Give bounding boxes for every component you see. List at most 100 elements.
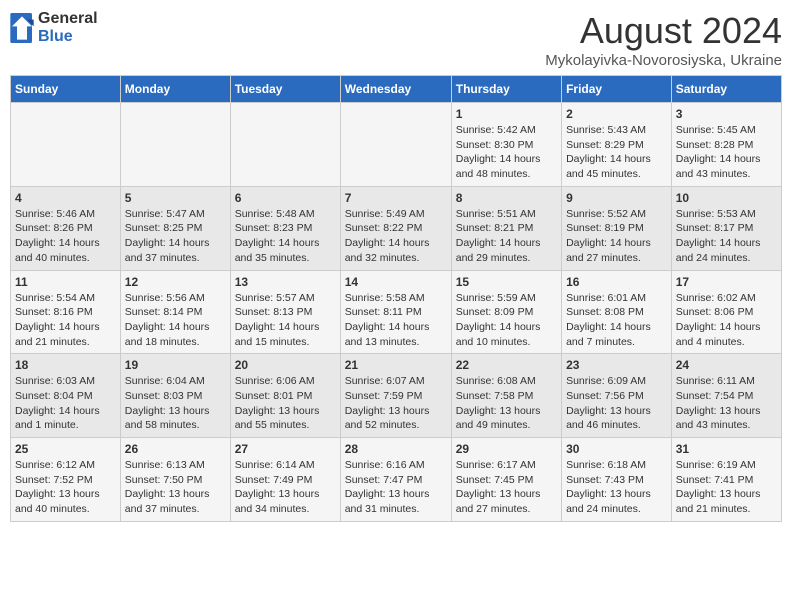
day-info: Sunrise: 6:13 AM Sunset: 7:50 PM Dayligh… <box>125 458 226 517</box>
day-info: Sunrise: 5:49 AM Sunset: 8:22 PM Dayligh… <box>345 207 447 266</box>
subtitle: Mykolayivka-Novorosiyska, Ukraine <box>545 52 782 69</box>
day-info: Sunrise: 5:54 AM Sunset: 8:16 PM Dayligh… <box>15 291 116 350</box>
page-header: General Blue August 2024 Mykolayivka-Nov… <box>10 10 782 69</box>
main-title: August 2024 <box>545 10 782 52</box>
day-cell <box>120 103 230 187</box>
day-info: Sunrise: 5:51 AM Sunset: 8:21 PM Dayligh… <box>456 207 557 266</box>
column-header-monday: Monday <box>120 76 230 103</box>
day-number: 23 <box>566 358 667 372</box>
day-number: 6 <box>235 191 336 205</box>
day-cell: 18 Sunrise: 6:03 AM Sunset: 8:04 PM Dayli… <box>11 354 121 438</box>
day-cell <box>230 103 340 187</box>
day-number: 3 <box>676 107 777 121</box>
day-number: 8 <box>456 191 557 205</box>
day-cell: 14 Sunrise: 5:58 AM Sunset: 8:11 PM Dayli… <box>340 270 451 354</box>
day-number: 10 <box>676 191 777 205</box>
day-cell: 22 Sunrise: 6:08 AM Sunset: 7:58 PM Dayli… <box>451 354 561 438</box>
day-cell: 20 Sunrise: 6:06 AM Sunset: 8:01 PM Dayli… <box>230 354 340 438</box>
day-cell: 25 Sunrise: 6:12 AM Sunset: 7:52 PM Dayli… <box>11 438 121 522</box>
column-header-thursday: Thursday <box>451 76 561 103</box>
header-row: SundayMondayTuesdayWednesdayThursdayFrid… <box>11 76 782 103</box>
day-number: 24 <box>676 358 777 372</box>
day-number: 17 <box>676 275 777 289</box>
day-number: 7 <box>345 191 447 205</box>
day-number: 1 <box>456 107 557 121</box>
week-row-3: 11Sunrise: 5:54 AM Sunset: 8:16 PM Dayli… <box>11 270 782 354</box>
day-number: 29 <box>456 442 557 456</box>
day-info: Sunrise: 5:52 AM Sunset: 8:19 PM Dayligh… <box>566 207 667 266</box>
day-cell: 5Sunrise: 5:47 AM Sunset: 8:25 PM Daylig… <box>120 186 230 270</box>
day-info: Sunrise: 6:03 AM Sunset: 8:04 PM Dayligh… <box>15 374 116 433</box>
day-info: Sunrise: 5:46 AM Sunset: 8:26 PM Dayligh… <box>15 207 116 266</box>
day-info: Sunrise: 6:12 AM Sunset: 7:52 PM Dayligh… <box>15 458 116 517</box>
column-header-sunday: Sunday <box>11 76 121 103</box>
day-cell: 11Sunrise: 5:54 AM Sunset: 8:16 PM Dayli… <box>11 270 121 354</box>
day-info: Sunrise: 5:42 AM Sunset: 8:30 PM Dayligh… <box>456 123 557 182</box>
day-number: 12 <box>125 275 226 289</box>
day-cell: 2 Sunrise: 5:43 AM Sunset: 8:29 PM Daylig… <box>562 103 672 187</box>
week-row-2: 4 Sunrise: 5:46 AM Sunset: 8:26 PM Daylig… <box>11 186 782 270</box>
day-cell: 10 Sunrise: 5:53 AM Sunset: 8:17 PM Dayli… <box>671 186 781 270</box>
logo: General Blue <box>10 10 98 45</box>
day-number: 4 <box>15 191 116 205</box>
day-number: 20 <box>235 358 336 372</box>
day-info: Sunrise: 5:57 AM Sunset: 8:13 PM Dayligh… <box>235 291 336 350</box>
day-number: 31 <box>676 442 777 456</box>
logo-text: General Blue <box>38 10 98 45</box>
day-info: Sunrise: 5:47 AM Sunset: 8:25 PM Dayligh… <box>125 207 226 266</box>
day-number: 2 <box>566 107 667 121</box>
day-number: 27 <box>235 442 336 456</box>
day-info: Sunrise: 6:16 AM Sunset: 7:47 PM Dayligh… <box>345 458 447 517</box>
day-cell: 17 Sunrise: 6:02 AM Sunset: 8:06 PM Dayli… <box>671 270 781 354</box>
day-cell: 7 Sunrise: 5:49 AM Sunset: 8:22 PM Daylig… <box>340 186 451 270</box>
day-number: 22 <box>456 358 557 372</box>
day-info: Sunrise: 5:58 AM Sunset: 8:11 PM Dayligh… <box>345 291 447 350</box>
day-info: Sunrise: 6:02 AM Sunset: 8:06 PM Dayligh… <box>676 291 777 350</box>
week-row-1: 1 Sunrise: 5:42 AM Sunset: 8:30 PM Daylig… <box>11 103 782 187</box>
day-info: Sunrise: 6:09 AM Sunset: 7:56 PM Dayligh… <box>566 374 667 433</box>
day-number: 15 <box>456 275 557 289</box>
column-header-wednesday: Wednesday <box>340 76 451 103</box>
day-number: 14 <box>345 275 447 289</box>
logo-blue-text: Blue <box>38 28 98 46</box>
logo-general-text: General <box>38 10 98 28</box>
day-cell: 4 Sunrise: 5:46 AM Sunset: 8:26 PM Daylig… <box>11 186 121 270</box>
day-number: 16 <box>566 275 667 289</box>
day-cell: 27Sunrise: 6:14 AM Sunset: 7:49 PM Dayli… <box>230 438 340 522</box>
calendar-table: SundayMondayTuesdayWednesdayThursdayFrid… <box>10 75 782 522</box>
day-cell: 16Sunrise: 6:01 AM Sunset: 8:08 PM Dayli… <box>562 270 672 354</box>
day-cell <box>11 103 121 187</box>
day-cell: 24 Sunrise: 6:11 AM Sunset: 7:54 PM Dayli… <box>671 354 781 438</box>
day-cell: 1 Sunrise: 5:42 AM Sunset: 8:30 PM Daylig… <box>451 103 561 187</box>
day-cell: 21 Sunrise: 6:07 AM Sunset: 7:59 PM Dayli… <box>340 354 451 438</box>
day-cell: 19Sunrise: 6:04 AM Sunset: 8:03 PM Dayli… <box>120 354 230 438</box>
day-cell: 31Sunrise: 6:19 AM Sunset: 7:41 PM Dayli… <box>671 438 781 522</box>
day-info: Sunrise: 6:07 AM Sunset: 7:59 PM Dayligh… <box>345 374 447 433</box>
week-row-5: 25 Sunrise: 6:12 AM Sunset: 7:52 PM Dayli… <box>11 438 782 522</box>
week-row-4: 18 Sunrise: 6:03 AM Sunset: 8:04 PM Dayli… <box>11 354 782 438</box>
day-cell: 15 Sunrise: 5:59 AM Sunset: 8:09 PM Dayli… <box>451 270 561 354</box>
day-cell: 26Sunrise: 6:13 AM Sunset: 7:50 PM Dayli… <box>120 438 230 522</box>
day-cell: 23 Sunrise: 6:09 AM Sunset: 7:56 PM Dayli… <box>562 354 672 438</box>
day-info: Sunrise: 5:53 AM Sunset: 8:17 PM Dayligh… <box>676 207 777 266</box>
day-number: 28 <box>345 442 447 456</box>
day-info: Sunrise: 6:08 AM Sunset: 7:58 PM Dayligh… <box>456 374 557 433</box>
day-info: Sunrise: 5:45 AM Sunset: 8:28 PM Dayligh… <box>676 123 777 182</box>
day-number: 21 <box>345 358 447 372</box>
day-number: 9 <box>566 191 667 205</box>
day-number: 18 <box>15 358 116 372</box>
day-info: Sunrise: 5:59 AM Sunset: 8:09 PM Dayligh… <box>456 291 557 350</box>
day-info: Sunrise: 5:56 AM Sunset: 8:14 PM Dayligh… <box>125 291 226 350</box>
title-block: August 2024 Mykolayivka-Novorosiyska, Uk… <box>545 10 782 69</box>
day-info: Sunrise: 6:06 AM Sunset: 8:01 PM Dayligh… <box>235 374 336 433</box>
day-cell: 13Sunrise: 5:57 AM Sunset: 8:13 PM Dayli… <box>230 270 340 354</box>
day-cell: 8 Sunrise: 5:51 AM Sunset: 8:21 PM Daylig… <box>451 186 561 270</box>
day-info: Sunrise: 6:11 AM Sunset: 7:54 PM Dayligh… <box>676 374 777 433</box>
day-number: 30 <box>566 442 667 456</box>
day-cell: 28 Sunrise: 6:16 AM Sunset: 7:47 PM Dayli… <box>340 438 451 522</box>
day-cell: 6Sunrise: 5:48 AM Sunset: 8:23 PM Daylig… <box>230 186 340 270</box>
day-info: Sunrise: 6:17 AM Sunset: 7:45 PM Dayligh… <box>456 458 557 517</box>
day-number: 25 <box>15 442 116 456</box>
day-cell: 30Sunrise: 6:18 AM Sunset: 7:43 PM Dayli… <box>562 438 672 522</box>
day-info: Sunrise: 5:43 AM Sunset: 8:29 PM Dayligh… <box>566 123 667 182</box>
